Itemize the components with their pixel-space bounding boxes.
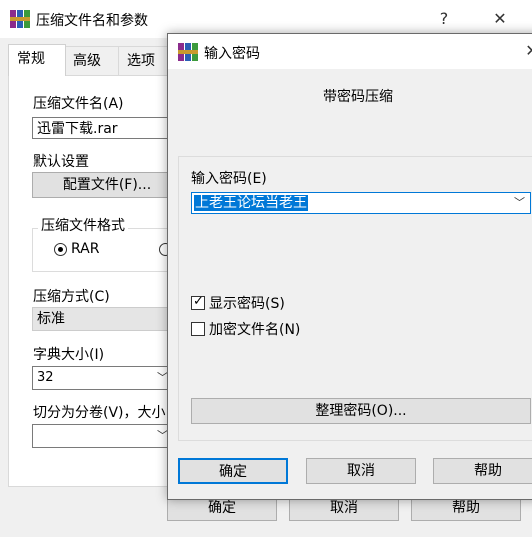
rar-radio-label: RAR: [71, 241, 100, 257]
dict-label: 字典大小(I): [33, 347, 105, 363]
profiles-button-label: 配置文件(F)...: [62, 177, 152, 193]
archive-name-label: 压缩文件名(A): [33, 96, 124, 112]
dialog-close-button[interactable]: ✕: [512, 36, 532, 66]
dict-select-value: 32: [37, 370, 54, 385]
tab-general[interactable]: 常规: [8, 44, 66, 76]
format-group-label: 压缩文件格式: [38, 215, 128, 235]
rar-radio[interactable]: [54, 243, 67, 256]
password-value: 上老王论坛当老王: [194, 195, 308, 211]
dialog-header: 带密码压缩: [323, 89, 393, 105]
dialog-title: 输入密码: [204, 46, 260, 62]
profiles-button[interactable]: 配置文件(F)...: [32, 172, 182, 198]
password-input[interactable]: 上老王论坛当老王 ﹀: [191, 192, 531, 214]
checkmark-icon: ✓: [193, 294, 204, 309]
archive-name-input[interactable]: 迅雷下载.rar: [32, 117, 182, 139]
encrypt-names-checkbox[interactable]: [191, 322, 205, 336]
window-title: 压缩文件名和参数: [36, 13, 148, 29]
tab-options[interactable]: 选项: [118, 46, 174, 75]
password-dialog: 输入密码 ✕ 带密码压缩 输入密码(E) 上老王论坛当老王 ﹀ ✓ 显示密码(S…: [167, 33, 532, 500]
organize-passwords-button[interactable]: 整理密码(O)...: [191, 398, 531, 424]
close-button[interactable]: ✕: [480, 4, 520, 34]
help-titlebar-button[interactable]: ?: [424, 4, 464, 34]
chevron-down-icon[interactable]: ﹀: [514, 194, 525, 210]
show-password-checkbox[interactable]: ✓: [191, 294, 205, 310]
winrar-icon: [10, 10, 30, 28]
dialog-cancel-button[interactable]: 取消: [306, 458, 416, 484]
split-label: 切分为分卷(V)，大小: [33, 405, 166, 421]
show-password-label: 显示密码(S): [209, 296, 285, 312]
dialog-help-button[interactable]: 帮助: [433, 458, 532, 484]
split-select[interactable]: ﹀: [32, 424, 182, 448]
method-select[interactable]: 标准: [32, 307, 182, 331]
encrypt-names-label: 加密文件名(N): [209, 322, 301, 338]
method-label: 压缩方式(C): [33, 289, 110, 305]
dict-select[interactable]: 32 ﹀: [32, 366, 182, 390]
tab-advanced[interactable]: 高级: [64, 46, 120, 75]
dialog-ok-button[interactable]: 确定: [178, 458, 288, 484]
winrar-icon: [178, 43, 198, 61]
default-settings-label: 默认设置: [33, 154, 89, 170]
password-label: 输入密码(E): [191, 171, 267, 187]
